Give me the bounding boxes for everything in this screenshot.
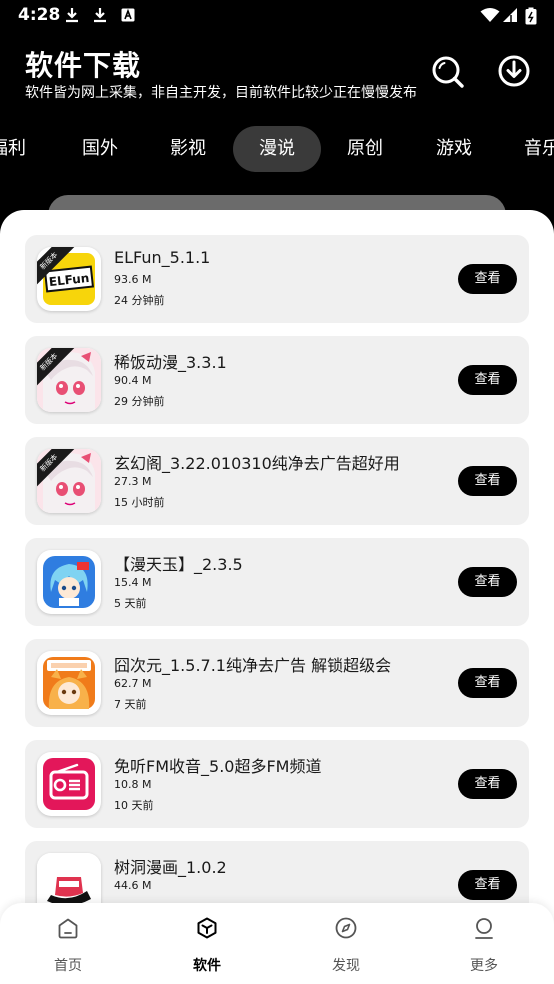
view-button[interactable]: 查看 xyxy=(458,466,517,496)
list-item[interactable]: 新版本 稀饭动漫_3.3.1 90.4 M 29 分钟前 查看 xyxy=(25,336,529,424)
blue-hair-character-icon xyxy=(37,550,101,614)
nav-discover-label: 发现 xyxy=(332,958,360,974)
app-name: 稀饭动漫_3.3.1 xyxy=(114,353,227,372)
radio-icon xyxy=(37,752,101,816)
app-size: 62.7 M xyxy=(114,677,152,690)
app-name: 树洞漫画_1.0.2 xyxy=(114,858,227,877)
page-title: 软件下载 xyxy=(25,49,142,82)
tab-music[interactable]: 音乐 xyxy=(498,126,554,172)
app-name: 【漫天玉】_2.3.5 xyxy=(114,555,243,574)
app-name: 玄幻阁_3.22.010310纯净去广告超好用 xyxy=(114,454,400,473)
tab-film[interactable]: 影视 xyxy=(144,126,232,172)
anime-girl-icon: 新版本 xyxy=(37,449,101,513)
nav-software[interactable]: 软件 xyxy=(167,903,247,984)
download-circle-icon xyxy=(498,55,530,87)
nav-more-label: 更多 xyxy=(470,958,498,974)
app-name: ELFun_5.1.1 xyxy=(114,248,211,267)
app-updated-time: 29 分钟前 xyxy=(114,395,165,408)
battery-icon xyxy=(525,7,537,25)
app-size: 93.6 M xyxy=(114,273,152,286)
nav-home-label: 首页 xyxy=(54,958,82,974)
app-updated-time: 7 天前 xyxy=(114,698,147,711)
nav-home[interactable]: 首页 xyxy=(28,903,108,984)
view-button[interactable]: 查看 xyxy=(458,264,517,294)
app-notification-icon xyxy=(120,7,136,23)
list-item[interactable]: ELFun 新版本 ELFun_5.1.1 93.6 M 24 分钟前 查看 xyxy=(25,235,529,323)
wifi-icon xyxy=(480,7,500,23)
downloads-button[interactable] xyxy=(495,52,533,90)
list-item[interactable]: 免听FM收音_5.0超多FM频道 10.8 M 10 天前 查看 xyxy=(25,740,529,828)
status-time: 4:28 xyxy=(18,5,61,25)
category-tabs: 福利 国外 影视 漫说 原创 游戏 音乐 xyxy=(0,126,554,172)
app-name: 免听FM收音_5.0超多FM频道 xyxy=(114,757,322,776)
app-size: 44.6 M xyxy=(114,879,152,892)
home-icon xyxy=(56,916,80,940)
app-size: 10.8 M xyxy=(114,778,152,791)
nav-discover[interactable]: 发现 xyxy=(306,903,386,984)
view-button[interactable]: 查看 xyxy=(458,567,517,597)
tab-original[interactable]: 原创 xyxy=(321,126,409,172)
software-list-panel: ELFun 新版本 ELFun_5.1.1 93.6 M 24 分钟前 查看 新… xyxy=(0,210,554,984)
tab-games[interactable]: 游戏 xyxy=(410,126,498,172)
software-box-icon xyxy=(195,916,219,940)
compass-icon xyxy=(334,916,358,940)
page-subtitle: 软件皆为网上采集，非自主开发，目前软件比较少正在慢慢发布 xyxy=(25,85,417,101)
search-button[interactable] xyxy=(428,52,466,90)
app-size: 15.4 M xyxy=(114,576,152,589)
more-person-icon xyxy=(472,916,496,940)
jiongciyuan-icon xyxy=(37,651,101,715)
view-button[interactable]: 查看 xyxy=(458,365,517,395)
nav-software-label: 软件 xyxy=(193,958,221,974)
status-bar: 4:28 xyxy=(0,0,554,32)
nav-more[interactable]: 更多 xyxy=(444,903,524,984)
app-size: 90.4 M xyxy=(114,374,152,387)
anime-girl-icon: 新版本 xyxy=(37,348,101,412)
app-updated-time: 15 小时前 xyxy=(114,496,165,509)
bottom-navigation: 首页 软件 发现 更多 xyxy=(0,903,554,984)
app-updated-time: 10 天前 xyxy=(114,799,154,812)
download-status-icon xyxy=(64,7,80,23)
elfun-icon: ELFun 新版本 xyxy=(37,247,101,311)
list-item[interactable]: 【漫天玉】_2.3.5 15.4 M 5 天前 查看 xyxy=(25,538,529,626)
tab-comics[interactable]: 漫说 xyxy=(233,126,321,172)
tab-foreign[interactable]: 国外 xyxy=(56,126,144,172)
list-item[interactable]: 新版本 玄幻阁_3.22.010310纯净去广告超好用 27.3 M 15 小时… xyxy=(25,437,529,525)
app-name: 囧次元_1.5.7.1纯净去广告 解锁超级会 xyxy=(114,656,392,675)
app-updated-time: 5 天前 xyxy=(114,597,147,610)
download-status-icon xyxy=(92,7,108,23)
tab-welfare[interactable]: 福利 xyxy=(0,126,52,172)
app-size: 27.3 M xyxy=(114,475,152,488)
view-button[interactable]: 查看 xyxy=(458,769,517,799)
cellular-signal-icon xyxy=(502,7,518,23)
list-item[interactable]: 囧次元_1.5.7.1纯净去广告 解锁超级会 62.7 M 7 天前 查看 xyxy=(25,639,529,727)
view-button[interactable]: 查看 xyxy=(458,870,517,900)
view-button[interactable]: 查看 xyxy=(458,668,517,698)
app-updated-time: 24 分钟前 xyxy=(114,294,165,307)
search-icon xyxy=(432,56,464,88)
